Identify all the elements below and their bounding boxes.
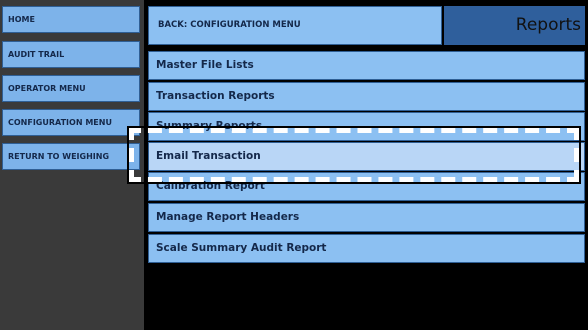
sidebar-item-home[interactable]: HOME bbox=[2, 6, 140, 33]
sidebar-item-configuration-menu[interactable]: CONFIGURATION MENU bbox=[2, 109, 140, 136]
menu-item-summary-reports[interactable]: Summary Reports bbox=[148, 112, 585, 141]
sidebar-item-operator-menu[interactable]: OPERATOR MENU bbox=[2, 75, 140, 102]
sidebar: HOME AUDIT TRAIL OPERATOR MENU CONFIGURA… bbox=[0, 0, 144, 330]
sidebar-item-audit-trail[interactable]: AUDIT TRAIL bbox=[2, 41, 140, 68]
menu-item-transaction-reports[interactable]: Transaction Reports bbox=[148, 82, 585, 111]
menu-item-email-transaction[interactable]: Email Transaction bbox=[148, 142, 585, 171]
back-button[interactable]: BACK: CONFIGURATION MENU bbox=[148, 6, 442, 45]
menu-item-master-file-lists[interactable]: Master File Lists bbox=[148, 51, 585, 80]
menu-item-manage-report-headers[interactable]: Manage Report Headers bbox=[148, 203, 585, 232]
sidebar-item-return-to-weighing[interactable]: RETURN TO WEIGHING bbox=[2, 143, 140, 170]
menu-item-scale-summary-audit-report[interactable]: Scale Summary Audit Report bbox=[148, 234, 585, 263]
menu-item-calibration-report[interactable]: Calibration Report bbox=[148, 172, 585, 201]
page-title: Reports bbox=[444, 6, 585, 45]
main-panel: BACK: CONFIGURATION MENU Reports Master … bbox=[144, 0, 588, 330]
